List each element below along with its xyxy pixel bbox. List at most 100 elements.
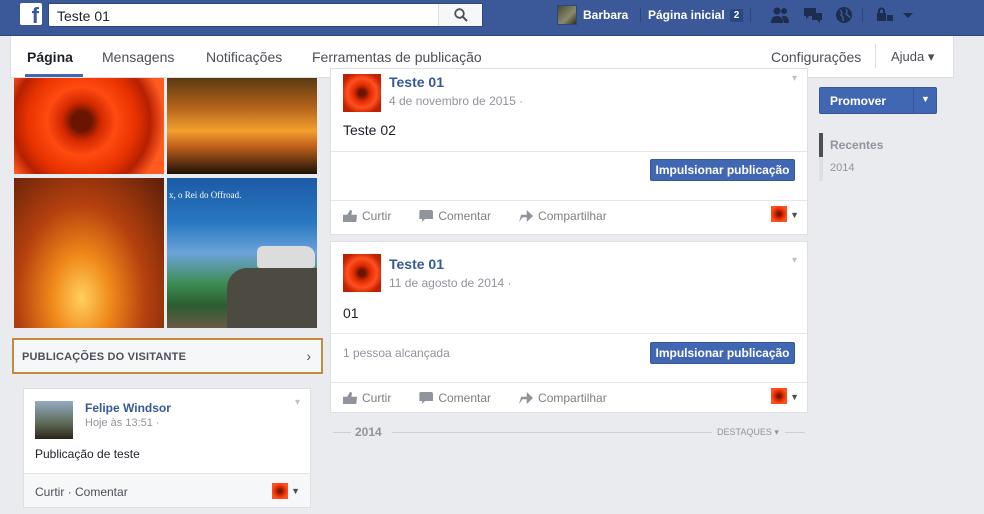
search-icon: [454, 8, 468, 22]
post-card: Teste 01 4 de novembro de 2015 · ▾ Teste…: [330, 68, 808, 235]
timeline-nav-indicator: [819, 133, 823, 157]
timeline-line: [392, 432, 712, 433]
divider: [331, 333, 807, 334]
chevron-down-icon[interactable]: ▾: [295, 397, 300, 408]
tab-publishing-tools[interactable]: Ferramentas de publicação: [312, 49, 482, 65]
comment-icon: [419, 392, 434, 404]
post-time[interactable]: 11 de agosto de 2014 ·: [389, 276, 512, 290]
comment-button[interactable]: Comentar: [419, 391, 491, 405]
chevron-down-icon[interactable]: ▼: [921, 94, 930, 104]
highlights-menu[interactable]: DESTAQUES ▾: [717, 427, 779, 438]
like-button[interactable]: Curtir: [343, 391, 391, 405]
post-time[interactable]: Hoje às 13:51 ·: [85, 417, 160, 429]
photo-sunset[interactable]: [167, 78, 317, 174]
chevron-down-icon[interactable]: ▾: [792, 73, 797, 84]
post-author[interactable]: Teste 01: [389, 256, 444, 272]
search-input[interactable]: Teste 01: [48, 3, 483, 27]
photo-rock: [227, 268, 317, 328]
divider: [331, 151, 807, 152]
divider: [640, 8, 641, 22]
chevron-right-icon: ›: [306, 348, 311, 364]
like-label: Curtir: [362, 209, 392, 223]
post-author[interactable]: Felipe Windsor: [85, 401, 171, 415]
visitor-posts-header[interactable]: PUBLICAÇÕES DO VISITANTE ›: [12, 338, 323, 374]
timeline-nav-recent[interactable]: Recentes: [830, 138, 883, 152]
boost-post-button[interactable]: Impulsionar publicação: [650, 159, 795, 181]
profile-link[interactable]: Barbara: [557, 5, 628, 25]
timeline-year[interactable]: 2014: [355, 425, 382, 439]
chevron-down-icon[interactable]: ▾: [792, 255, 797, 266]
like-icon: [343, 210, 357, 222]
active-tab-indicator: [25, 74, 83, 77]
share-icon: [519, 210, 534, 222]
share-button[interactable]: Compartilhar: [519, 209, 607, 223]
search-input-value[interactable]: Teste 01: [57, 8, 110, 24]
promote-label: Promover: [830, 94, 887, 108]
friends-icon[interactable]: [770, 6, 790, 24]
post-time[interactable]: 4 de novembro de 2015 ·: [389, 94, 523, 108]
page-avatar-icon[interactable]: [771, 388, 787, 404]
reach-count[interactable]: 1 pessoa alcançada: [343, 346, 450, 360]
share-label: Compartilhar: [538, 391, 607, 405]
boost-post-button[interactable]: Impulsionar publicação: [650, 342, 795, 364]
avatar[interactable]: [343, 74, 381, 112]
photo-sky[interactable]: [14, 178, 164, 328]
photo-truck: [257, 246, 315, 268]
divider: [875, 44, 876, 68]
home-link[interactable]: Página inicial 2: [648, 5, 744, 25]
like-comment-links[interactable]: Curtir · Comentar: [35, 485, 128, 499]
photo-flower[interactable]: [14, 78, 164, 174]
home-badge: 2: [729, 8, 744, 22]
divider: [331, 200, 807, 201]
page-avatar-icon[interactable]: [771, 206, 787, 222]
timeline-nav-year[interactable]: 2014: [830, 162, 854, 174]
home-label: Página inicial: [648, 8, 725, 22]
tab-page[interactable]: Página: [27, 49, 73, 65]
photo-caption: x, o Rei do Offroad.: [169, 190, 242, 200]
divider: [750, 8, 751, 22]
chevron-down-icon[interactable]: ▼: [790, 392, 799, 402]
divider: [331, 382, 807, 383]
avatar[interactable]: [343, 254, 381, 292]
post-actions: Curtir Comentar Compartilhar: [343, 209, 635, 223]
comment-label: Comentar: [438, 209, 492, 223]
post-author[interactable]: Teste 01: [389, 74, 444, 90]
visitor-post-card: Felipe Windsor Hoje às 13:51 · ▾ Publica…: [23, 388, 311, 508]
facebook-logo-icon[interactable]: f: [20, 3, 42, 27]
visitor-posts-title: PUBLICAÇÕES DO VISITANTE: [22, 351, 187, 363]
post-body: Publicação de teste: [35, 447, 140, 461]
like-button[interactable]: Curtir: [343, 209, 391, 223]
chevron-down-icon[interactable]: ▼: [291, 486, 300, 496]
comment-icon: [419, 210, 434, 222]
tab-notifications[interactable]: Notificações: [206, 49, 282, 65]
timeline-nav-indicator: [819, 157, 823, 181]
comment-label: Comentar: [438, 391, 492, 405]
chevron-down-icon[interactable]: ▼: [790, 210, 799, 220]
post-actions: Curtir Comentar Compartilhar: [343, 391, 635, 405]
timeline-line: [333, 432, 351, 433]
promote-button[interactable]: Promover ▼: [819, 87, 937, 114]
chevron-down-icon[interactable]: [902, 6, 914, 24]
top-navigation-bar: f Teste 01 Barbara Página inicial 2: [0, 0, 984, 36]
post-body: 01: [343, 305, 359, 321]
help-menu[interactable]: Ajuda ▾: [891, 49, 934, 65]
globe-icon[interactable]: [834, 6, 854, 24]
share-button[interactable]: Compartilhar: [519, 391, 607, 405]
photo-offroad[interactable]: x, o Rei do Offroad.: [167, 178, 317, 328]
divider: [913, 88, 914, 113]
like-label: Curtir: [362, 391, 392, 405]
user-name: Barbara: [583, 8, 629, 22]
messages-icon[interactable]: [803, 6, 823, 24]
post-body: Teste 02: [343, 122, 396, 138]
post-card: Teste 01 11 de agosto de 2014 · ▾ 01 1 p…: [330, 241, 808, 413]
privacy-icon[interactable]: [876, 6, 896, 24]
like-icon: [343, 392, 357, 404]
tab-settings[interactable]: Configurações: [771, 49, 861, 65]
avatar[interactable]: [35, 401, 73, 439]
timeline-line: [785, 432, 805, 433]
comment-button[interactable]: Comentar: [419, 209, 491, 223]
tab-messages[interactable]: Mensagens: [102, 49, 174, 65]
avatar: [557, 5, 577, 25]
search-button[interactable]: [438, 4, 482, 26]
page-avatar-icon[interactable]: [272, 483, 288, 499]
